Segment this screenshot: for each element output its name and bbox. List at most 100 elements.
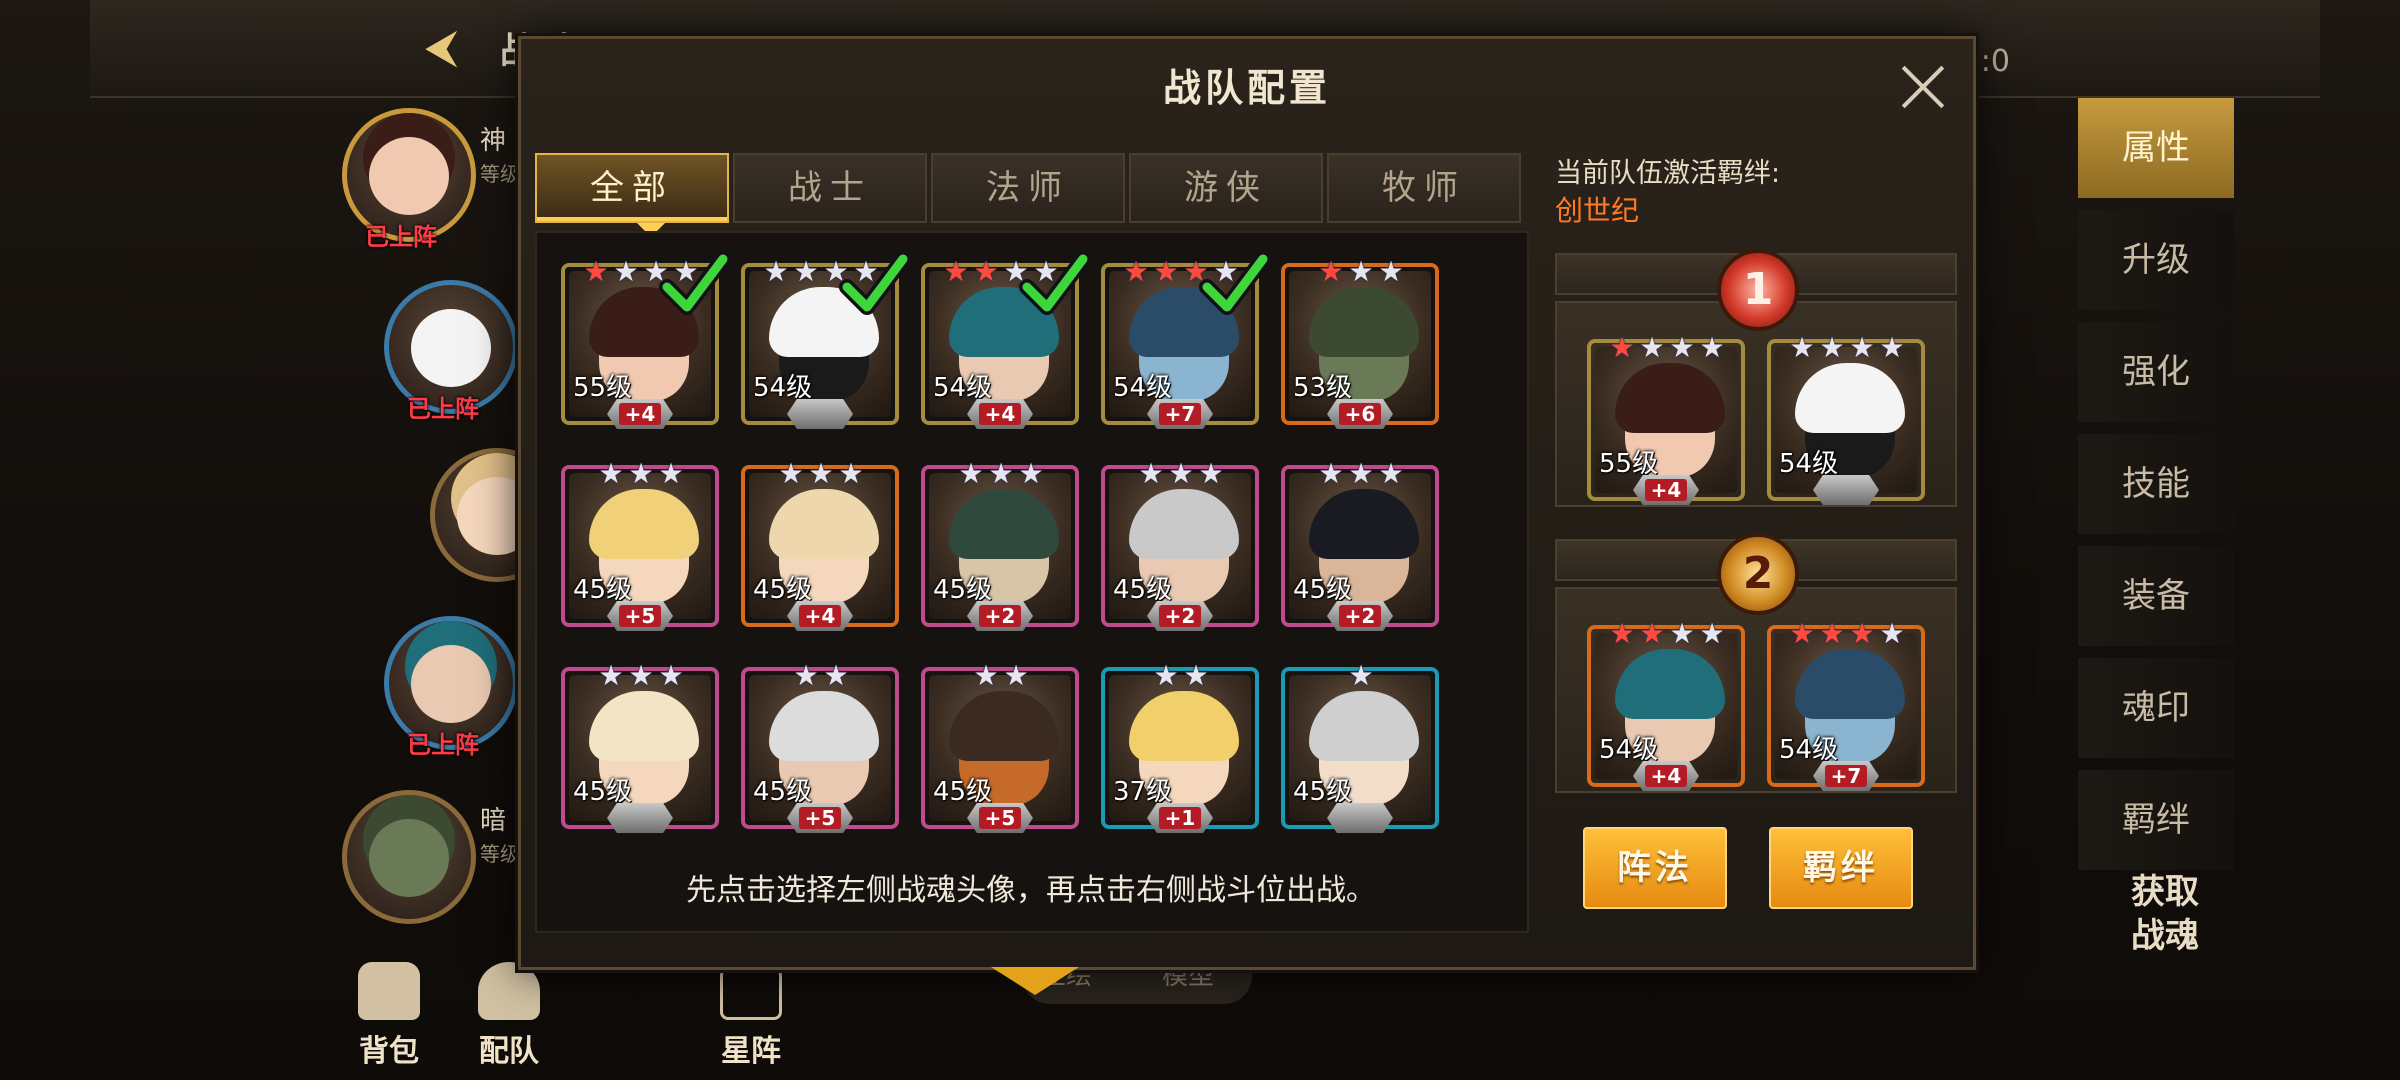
star-rating: ★ ★ ★ ★	[1771, 617, 1921, 650]
tab-mage[interactable]: 法师	[931, 153, 1125, 223]
hero-card[interactable]: ★ ★ ★ 45级 +2	[1101, 459, 1259, 631]
menu-item-skills[interactable]: 技能	[2078, 434, 2234, 534]
star-icon: ★	[1198, 457, 1223, 490]
star-icon: ★	[1789, 617, 1814, 650]
roster-name: 神	[480, 126, 507, 156]
enhance-badge	[1813, 475, 1879, 505]
constellation-button[interactable]: 星阵	[696, 962, 806, 1070]
enhance-badge	[787, 399, 853, 429]
bond-button[interactable]: 羁绊	[1769, 827, 1913, 909]
star-icon: ★	[598, 457, 623, 490]
enhance-value: +6	[1338, 403, 1382, 425]
star-rating: ★ ★ ★	[1285, 255, 1435, 288]
enhance-badge: +4	[1633, 761, 1699, 791]
enhance-value: +2	[978, 605, 1022, 627]
star-icon: ★	[823, 659, 848, 692]
star-rating: ★ ★ ★	[1105, 457, 1255, 490]
hero-card[interactable]: ★ ★ ★ ★ 54级 +7	[1767, 619, 1925, 791]
hero-card[interactable]: ★ ★ ★ 45级	[561, 661, 719, 833]
hero-card[interactable]: ★ ★ ★ ★ 54级 +4	[921, 251, 1089, 429]
menu-item-bond[interactable]: 羁绊	[2078, 770, 2234, 870]
hero-card[interactable]: ★ ★ ★ 45级 +2	[921, 459, 1079, 631]
slot-number-2: 2	[1717, 533, 1799, 615]
star-icon: ★	[1123, 255, 1148, 288]
star-icon: ★	[988, 457, 1013, 490]
hero-card[interactable]: ★ ★ ★ 45级 +2	[1281, 459, 1439, 631]
bond-name: 创世纪	[1555, 194, 1640, 227]
hero-card[interactable]: ★ ★ ★ 45级 +4	[741, 459, 899, 631]
star-icon: ★	[973, 255, 998, 288]
enhance-badge: +5	[787, 803, 853, 833]
menu-item-equipment[interactable]: 装备	[2078, 546, 2234, 646]
hero-card[interactable]: ★ ★ ★ ★ 54级 +4	[1587, 619, 1745, 791]
hero-card[interactable]: ★ ★ 45级 +5	[921, 661, 1079, 833]
hero-hair	[1615, 649, 1725, 719]
team-config-dialog: 战队配置 全部 战士 法师 游侠 牧师 ★ ★ ★ ★ 55级 +4 ★ ★ ★ ★ 54级 ★ ★ ★ ★…	[518, 36, 1976, 995]
star-rating: ★ ★ ★	[925, 457, 1075, 490]
enhance-badge: +4	[967, 399, 1033, 429]
tab-all[interactable]: 全部	[535, 153, 729, 223]
star-icon: ★	[613, 255, 638, 288]
enhance-value: +5	[798, 807, 842, 829]
hero-card[interactable]: ★ ★ ★ 45级 +5	[561, 459, 719, 631]
hero-card[interactable]: ★ ★ 45级 +5	[741, 661, 899, 833]
menu-item-upgrade[interactable]: 升级	[2078, 210, 2234, 310]
hero-level: 45级	[753, 575, 813, 605]
star-icon: ★	[1639, 617, 1664, 650]
hero-card[interactable]: ★ ★ ★ ★ 54级	[1767, 333, 1925, 505]
enhance-badge: +6	[1327, 399, 1393, 429]
avatar	[411, 645, 491, 723]
team-button[interactable]: 配队	[454, 962, 564, 1070]
hero-hair	[1615, 363, 1725, 433]
hero-level: 45级	[933, 575, 993, 605]
star-icon: ★	[1348, 659, 1373, 692]
hero-card[interactable]: ★ 45级	[1281, 661, 1439, 833]
star-icon: ★	[1168, 457, 1193, 490]
menu-item-soul-seal[interactable]: 魂印	[2078, 658, 2234, 758]
star-rating: ★ ★ ★ ★	[1591, 331, 1741, 364]
menu-item-attributes[interactable]: 属性	[2078, 98, 2234, 198]
star-icon: ★	[628, 659, 653, 692]
roster-name: 暗	[480, 806, 507, 836]
get-hero-button[interactable]: 获取 战魂	[2090, 870, 2240, 980]
hero-card[interactable]: ★ ★ ★ 53级 +6	[1281, 257, 1439, 429]
backpack-icon	[358, 962, 420, 1020]
on-team-label: 已上阵	[407, 395, 479, 423]
on-team-label: 已上阵	[365, 223, 437, 251]
tab-warrior[interactable]: 战士	[733, 153, 927, 223]
menu-item-enhance[interactable]: 强化	[2078, 322, 2234, 422]
hero-card[interactable]: ★ ★ ★ ★ 54级 +7	[1101, 251, 1269, 429]
hero-card[interactable]: ★ ★ ★ ★ 54级	[741, 251, 909, 429]
roster-avatar[interactable]: 已上阵	[342, 108, 476, 251]
tab-priest[interactable]: 牧师	[1327, 153, 1521, 223]
hero-level: 54级	[753, 373, 813, 403]
roster-avatar[interactable]: 已上阵	[384, 280, 518, 423]
roster-avatar[interactable]	[342, 790, 476, 924]
roster-avatar[interactable]: 已上阵	[384, 616, 518, 759]
slot-number-1: 1	[1717, 249, 1799, 331]
hero-hair	[1795, 649, 1905, 719]
collapse-arrow-icon[interactable]	[991, 967, 1079, 995]
hero-level: 45级	[1293, 777, 1353, 807]
hero-level: 45级	[1293, 575, 1353, 605]
avatar	[369, 137, 449, 215]
checkmark-icon	[659, 251, 729, 315]
hero-level: 45级	[573, 575, 633, 605]
hero-card[interactable]: ★ ★ 37级 +1	[1101, 661, 1259, 833]
backpack-button[interactable]: 背包	[334, 962, 444, 1070]
tab-ranger[interactable]: 游侠	[1129, 153, 1323, 223]
hero-hair	[589, 489, 699, 559]
hero-hair	[1309, 287, 1419, 357]
hero-hair	[1309, 691, 1419, 761]
checkmark-icon	[1019, 251, 1089, 315]
avatar	[369, 819, 449, 897]
star-icon: ★	[1318, 457, 1343, 490]
hero-card[interactable]: ★ ★ ★ ★ 55级 +4	[561, 251, 729, 429]
hero-card[interactable]: ★ ★ ★ ★ 55级 +4	[1587, 333, 1745, 505]
close-button[interactable]	[1895, 59, 1951, 115]
star-icon: ★	[1849, 331, 1874, 364]
formation-button[interactable]: 阵法	[1583, 827, 1727, 909]
hero-hair	[769, 489, 879, 559]
back-button[interactable]: ⮜	[425, 18, 497, 74]
enhance-value: +4	[618, 403, 662, 425]
